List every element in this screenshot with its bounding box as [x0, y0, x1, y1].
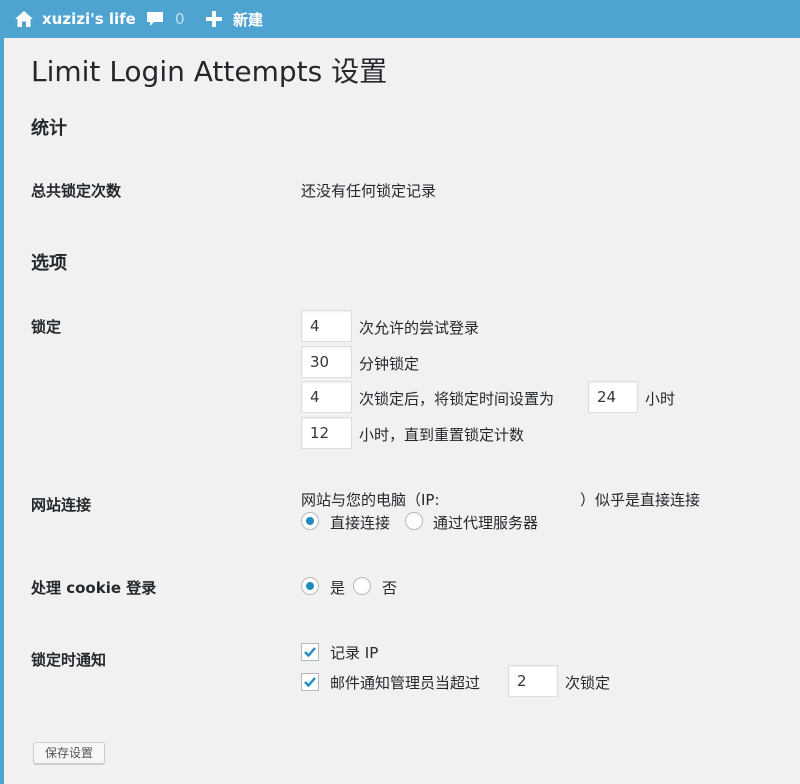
cookie-no-radio[interactable]	[353, 577, 371, 595]
cookie-yes-label: 是	[330, 579, 346, 597]
allowed-lockouts-input[interactable]	[301, 381, 352, 413]
lockout-duration-input[interactable]	[301, 346, 352, 378]
cookie-yes-radio[interactable]	[301, 577, 319, 595]
site-connection-description-suffix: ）似乎是直接连接	[580, 491, 701, 509]
proxy-connection-label: 通过代理服务器	[433, 514, 539, 532]
site-connection-description-prefix: 网站与您的电脑（IP:	[301, 491, 440, 509]
notify-label: 锁定时通知	[31, 651, 107, 669]
lockout-duration-text: 分钟锁定	[359, 355, 420, 373]
long-duration-text: 小时	[645, 390, 676, 408]
page-title: Limit Login Attempts 设置	[31, 55, 388, 88]
long-duration-input[interactable]	[588, 381, 638, 413]
allowed-retries-text: 次允许的尝试登录	[359, 319, 480, 337]
comment-icon	[147, 12, 163, 26]
comments-link[interactable]: 0	[145, 0, 185, 38]
email-notify-suffix: 次锁定	[565, 674, 611, 692]
email-notify-checkbox[interactable]	[301, 673, 319, 691]
site-connection-label: 网站连接	[31, 496, 92, 514]
email-notify-text: 邮件通知管理员当超过	[330, 674, 481, 692]
checkmark-icon	[304, 647, 316, 658]
stats-heading: 统计	[31, 118, 67, 139]
lockout-label: 锁定	[31, 318, 62, 336]
allowed-retries-input[interactable]	[301, 310, 352, 342]
admin-menu-edge	[0, 38, 4, 784]
proxy-connection-radio[interactable]	[405, 512, 423, 530]
site-name: xuzizi's life	[42, 10, 136, 28]
new-content-link[interactable]: 新建	[205, 0, 263, 38]
total-lockouts-value: 还没有任何锁定记录	[301, 182, 437, 200]
allowed-lockouts-text: 次锁定后，将锁定时间设置为	[359, 390, 555, 408]
direct-connection-radio[interactable]	[301, 512, 319, 530]
valid-duration-text: 小时，直到重置锁定计数	[359, 426, 525, 444]
direct-connection-label: 直接连接	[330, 514, 391, 532]
plus-icon	[206, 11, 222, 27]
total-lockouts-label: 总共锁定次数	[31, 182, 122, 200]
comments-count: 0	[175, 10, 185, 28]
home-icon	[15, 11, 33, 27]
cookie-login-label: 处理 cookie 登录	[31, 579, 157, 597]
log-ip-text: 记录 IP	[330, 644, 379, 662]
new-label: 新建	[233, 10, 264, 29]
site-name-link[interactable]: xuzizi's life	[14, 0, 136, 38]
checkmark-icon	[304, 677, 316, 688]
cookie-no-label: 否	[382, 579, 398, 597]
menu-pointer	[4, 579, 11, 593]
valid-duration-input[interactable]	[301, 417, 352, 449]
log-ip-checkbox[interactable]	[301, 643, 319, 661]
email-after-input[interactable]	[508, 665, 558, 697]
save-settings-button[interactable]: 保存设置	[33, 742, 105, 764]
admin-bar: xuzizi's life 0 新建	[0, 0, 800, 38]
options-heading: 选项	[31, 253, 67, 274]
